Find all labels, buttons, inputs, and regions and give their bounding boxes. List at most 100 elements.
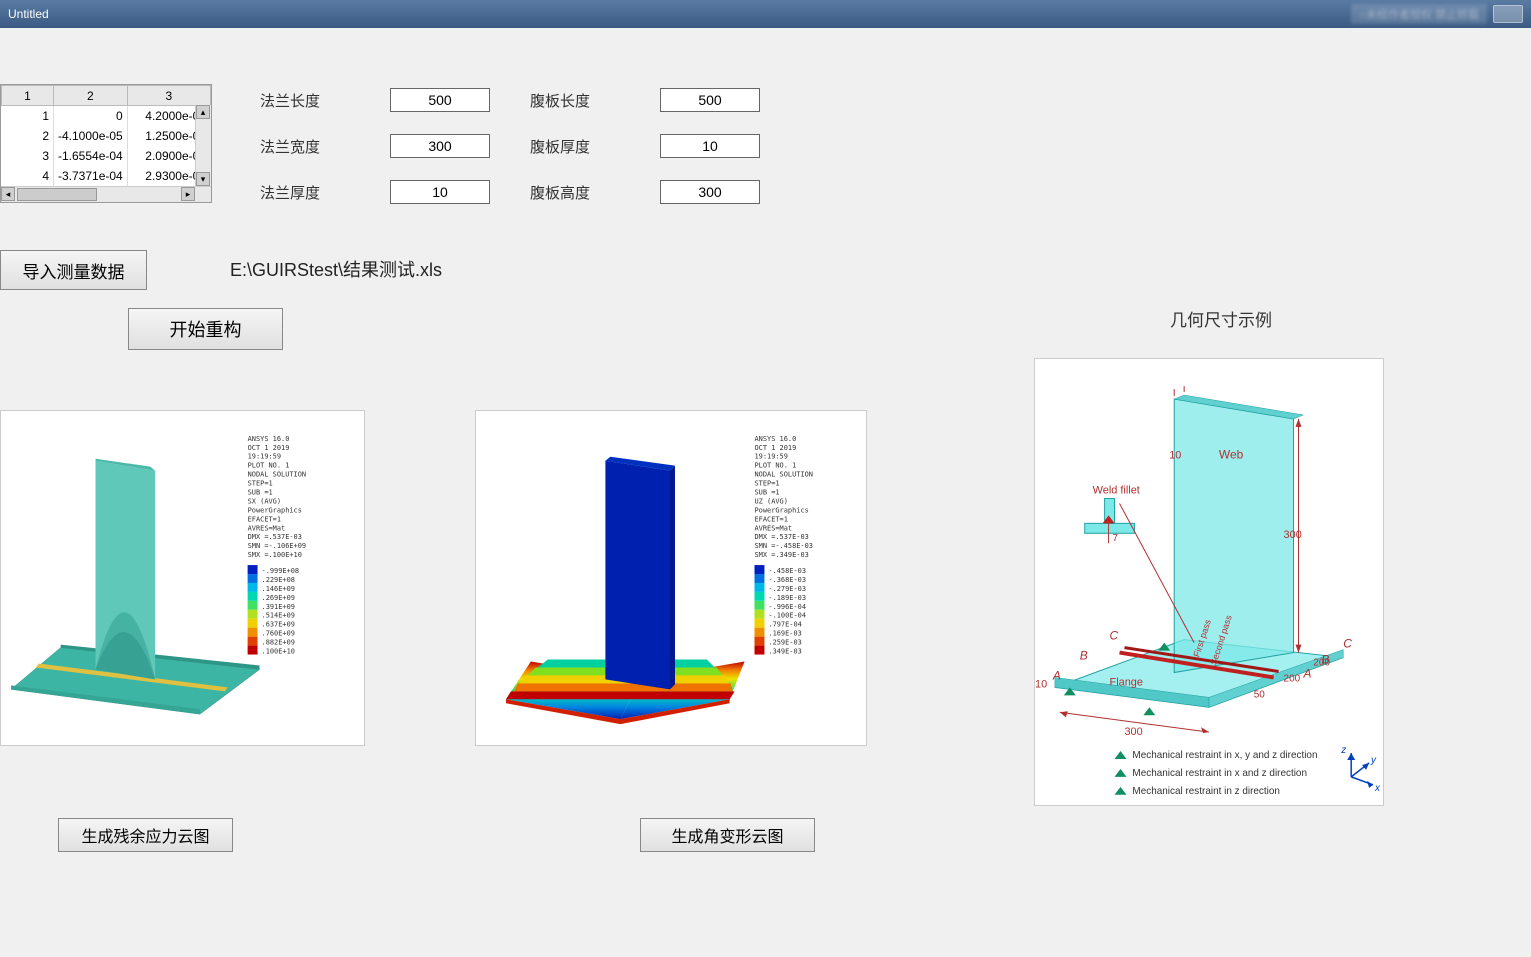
flange-thickness-input[interactable] (390, 180, 490, 204)
table-header-2: 2 (54, 86, 128, 106)
svg-text:PowerGraphics: PowerGraphics (248, 506, 302, 514)
flange-length-label: 法兰长度 (260, 90, 390, 111)
svg-text:NODAL SOLUTION: NODAL SOLUTION (755, 471, 813, 479)
angular-deformation-plot: ANSYS 16.0 OCT 1 2019 19:19:59 PLOT NO. … (475, 410, 867, 746)
svg-text:A: A (1052, 668, 1061, 682)
svg-text:EFACET=1: EFACET=1 (248, 515, 281, 523)
stress-contour-plot: ANSYS 16.0 OCT 1 2019 19:19:59 PLOT NO. … (0, 410, 365, 746)
svg-text:AVRES=Mat: AVRES=Mat (248, 524, 286, 532)
svg-text:EFACET=1: EFACET=1 (755, 515, 788, 523)
table-row: 4 -3.7371e-04 2.9300e-04 (2, 166, 211, 186)
svg-text:DMX =.537E-03: DMX =.537E-03 (755, 533, 809, 541)
table-row: 1 0 4.2000e-05 (2, 106, 211, 126)
svg-text:.169E-03: .169E-03 (768, 630, 801, 638)
scroll-thumb[interactable] (17, 188, 97, 201)
svg-text:.349E-03: .349E-03 (768, 648, 801, 656)
svg-text:x: x (1374, 783, 1381, 794)
svg-text:.391E+09: .391E+09 (262, 603, 295, 611)
flange-width-label: 法兰宽度 (260, 136, 390, 157)
vertical-scrollbar[interactable]: ▴ ▾ (195, 105, 211, 186)
table-row: 2 -4.1000e-05 1.2500e-04 (2, 126, 211, 146)
svg-text:.146E+09: .146E+09 (262, 585, 295, 593)
titlebar-title: Untitled (8, 7, 49, 21)
parameters-panel: 法兰长度 腹板长度 法兰宽度 腹板厚度 法兰厚度 腹板高度 (260, 88, 760, 226)
svg-text:.269E+09: .269E+09 (262, 594, 295, 602)
svg-text:C: C (1343, 637, 1352, 651)
svg-text:19:19:59: 19:19:59 (248, 453, 281, 461)
svg-text:AVRES=Mat: AVRES=Mat (755, 524, 793, 532)
scroll-down-icon[interactable]: ▾ (196, 172, 210, 186)
svg-text:SMX =.349E-03: SMX =.349E-03 (755, 551, 809, 559)
scroll-left-icon[interactable]: ◂ (1, 187, 15, 201)
flange-width-input[interactable] (390, 134, 490, 158)
main-content: 1 2 3 1 0 4.2000e-05 2 -4.1000e-05 1.250… (0, 28, 1531, 957)
svg-text:10: 10 (1035, 678, 1047, 690)
svg-text:SUB =1: SUB =1 (755, 489, 780, 497)
svg-text:.760E+09: .760E+09 (262, 630, 295, 638)
svg-text:-.999E+08: -.999E+08 (262, 567, 300, 575)
geometry-example-diagram: 7 Weld fillet 10 Web 300 10 Flange 300 (1034, 358, 1384, 806)
import-data-button[interactable]: 导入测量数据 (0, 250, 147, 290)
svg-text:DMX =.537E-03: DMX =.537E-03 (248, 533, 302, 541)
scroll-up-icon[interactable]: ▴ (196, 105, 210, 119)
svg-text:Weld fillet: Weld fillet (1093, 485, 1140, 497)
svg-text:.882E+09: .882E+09 (262, 639, 295, 647)
svg-text:.259E-03: .259E-03 (768, 639, 801, 647)
scroll-right-icon[interactable]: ▸ (181, 187, 195, 201)
svg-text:A: A (1302, 666, 1311, 680)
svg-text:.100E+10: .100E+10 (262, 648, 295, 656)
start-reconstruction-button[interactable]: 开始重构 (128, 308, 283, 350)
svg-text:Mechanical restraint in x, y a: Mechanical restraint in x, y and z direc… (1132, 750, 1317, 761)
svg-text:OCT 1 2019: OCT 1 2019 (248, 444, 290, 452)
horizontal-scrollbar[interactable]: ◂ ▸ (1, 186, 211, 202)
svg-text:PowerGraphics: PowerGraphics (755, 506, 809, 514)
svg-text:-.458E-03: -.458E-03 (768, 567, 806, 575)
svg-text:z: z (1340, 745, 1346, 756)
svg-text:PLOT NO. 1: PLOT NO. 1 (755, 462, 797, 470)
watermark: ○未经作者授权 禁止转载 (1351, 4, 1487, 24)
svg-text:-.996E-04: -.996E-04 (768, 603, 806, 611)
svg-text:ANSYS 16.0: ANSYS 16.0 (248, 435, 290, 443)
svg-text:.514E+09: .514E+09 (262, 612, 295, 620)
svg-text:B: B (1080, 649, 1088, 663)
data-table[interactable]: 1 2 3 1 0 4.2000e-05 2 -4.1000e-05 1.250… (0, 84, 212, 203)
svg-text:Web: Web (1219, 448, 1244, 462)
svg-text:STEP=1: STEP=1 (248, 480, 273, 488)
generate-stress-contour-button[interactable]: 生成残余应力云图 (58, 818, 233, 852)
svg-text:200: 200 (1313, 658, 1330, 669)
titlebar: Untitled ○未经作者授权 禁止转载 (0, 0, 1531, 28)
svg-text:200: 200 (1284, 673, 1301, 684)
svg-text:SMX =.100E+10: SMX =.100E+10 (248, 551, 302, 559)
svg-text:Mechanical restraint in z dire: Mechanical restraint in z direction (1132, 786, 1279, 797)
svg-text:19:19:59: 19:19:59 (755, 453, 788, 461)
web-length-label: 腹板长度 (530, 90, 660, 111)
svg-text:PLOT NO. 1: PLOT NO. 1 (248, 462, 290, 470)
svg-text:.229E+08: .229E+08 (262, 576, 295, 584)
svg-text:OCT 1 2019: OCT 1 2019 (755, 444, 797, 452)
web-height-input[interactable] (660, 180, 760, 204)
svg-text:UZ (AVG): UZ (AVG) (755, 497, 788, 505)
svg-text:NODAL SOLUTION: NODAL SOLUTION (248, 471, 306, 479)
web-length-input[interactable] (660, 88, 760, 112)
svg-text:-.368E-03: -.368E-03 (768, 576, 806, 584)
svg-text:7: 7 (1113, 533, 1119, 544)
svg-text:-.279E-03: -.279E-03 (768, 585, 806, 593)
svg-text:.637E+09: .637E+09 (262, 621, 295, 629)
svg-text:-.100E-04: -.100E-04 (768, 612, 806, 620)
svg-text:ANSYS 16.0: ANSYS 16.0 (755, 435, 797, 443)
web-thickness-label: 腹板厚度 (530, 136, 660, 157)
svg-text:SUB =1: SUB =1 (248, 489, 273, 497)
svg-text:300: 300 (1284, 529, 1302, 541)
svg-text:SMN =-.106E+09: SMN =-.106E+09 (248, 542, 306, 550)
table-header-3: 3 (127, 86, 210, 106)
svg-text:Mechanical restraint in x and: Mechanical restraint in x and z directio… (1132, 768, 1307, 779)
svg-text:SX (AVG): SX (AVG) (248, 497, 281, 505)
table-row: 3 -1.6554e-04 2.0900e-04 (2, 146, 211, 166)
web-thickness-input[interactable] (660, 134, 760, 158)
generate-angular-deformation-button[interactable]: 生成角变形云图 (640, 818, 815, 852)
svg-text:SMN =-.458E-03: SMN =-.458E-03 (755, 542, 813, 550)
minimize-button[interactable] (1493, 5, 1523, 23)
flange-length-input[interactable] (390, 88, 490, 112)
table-header-1: 1 (2, 86, 54, 106)
web-height-label: 腹板高度 (530, 182, 660, 203)
